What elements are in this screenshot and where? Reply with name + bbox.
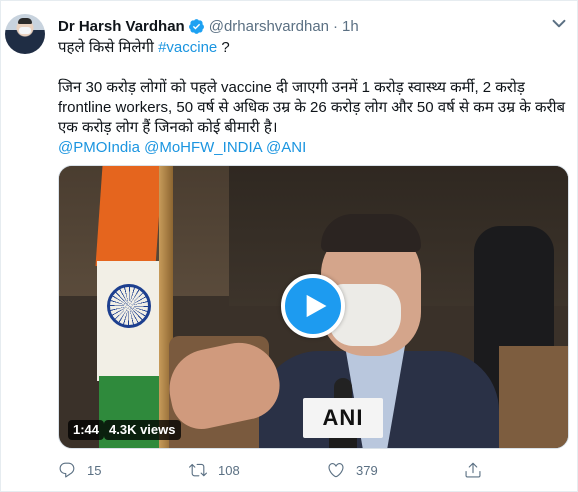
- reply-button[interactable]: 15: [58, 458, 101, 482]
- more-icon[interactable]: [547, 13, 571, 33]
- reply-icon: [59, 462, 75, 478]
- play-icon: [306, 294, 326, 318]
- verified-badge-icon: [188, 18, 205, 35]
- microphone-base: [329, 438, 357, 448]
- microphone-flag: ANI: [303, 398, 383, 438]
- play-button[interactable]: [281, 274, 345, 338]
- author-handle[interactable]: @drharshvardhan: [209, 18, 329, 35]
- reply-count: 15: [87, 462, 102, 478]
- like-count: 379: [356, 462, 378, 478]
- microphone-logo-text: ANI: [322, 405, 364, 430]
- flag-chakra: [107, 284, 151, 328]
- microphone: [334, 378, 352, 400]
- avatar-hair: [18, 18, 32, 24]
- retweet-count: 108: [218, 462, 240, 478]
- retweet-button[interactable]: 108: [189, 458, 240, 482]
- share-button[interactable]: [464, 458, 482, 482]
- mention-link[interactable]: @MoHFW_INDIA: [144, 139, 262, 156]
- author-name[interactable]: Dr Harsh Vardhan: [58, 18, 185, 35]
- tweet-header: Dr Harsh Vardhan @drharshvardhan · 1h: [58, 16, 359, 36]
- video-player[interactable]: ANI 1:44 4.3K views: [58, 165, 569, 449]
- tweet-text-paragraph: जिन 30 करोड़ लोगों को पहले vaccine दी जा…: [58, 79, 566, 136]
- video-views-badge: 4.3K views: [104, 420, 181, 440]
- tweet-text-prefix: पहले किसे मिलेगी: [58, 39, 159, 56]
- video-person-hair: [321, 214, 421, 252]
- mentions: @PMOIndia @MoHFW_INDIA @ANI: [58, 138, 570, 158]
- avatar-mask: [19, 27, 31, 34]
- mention-link[interactable]: @ANI: [266, 139, 306, 156]
- mention-link[interactable]: @PMOIndia: [58, 139, 140, 156]
- tweet-timestamp[interactable]: 1h: [342, 18, 359, 35]
- heart-icon: [328, 463, 344, 478]
- tweet-text-suffix: ?: [217, 39, 230, 56]
- avatar[interactable]: [5, 14, 45, 54]
- hashtag-link[interactable]: #vaccine: [158, 39, 217, 56]
- video-shelf: [499, 346, 568, 448]
- separator-dot: ·: [333, 17, 339, 35]
- share-icon: [465, 462, 481, 478]
- video-duration-badge: 1:44: [68, 420, 105, 440]
- flag-saffron: [95, 166, 163, 266]
- tweet-card[interactable]: Dr Harsh Vardhan @drharshvardhan · 1h पह…: [0, 0, 578, 492]
- retweet-icon: [189, 463, 207, 477]
- like-button[interactable]: 379: [327, 458, 378, 482]
- action-bar: 15 108 379: [58, 458, 498, 482]
- tweet-text-line1: पहले किसे मिलेगी #vaccine ?: [58, 38, 570, 58]
